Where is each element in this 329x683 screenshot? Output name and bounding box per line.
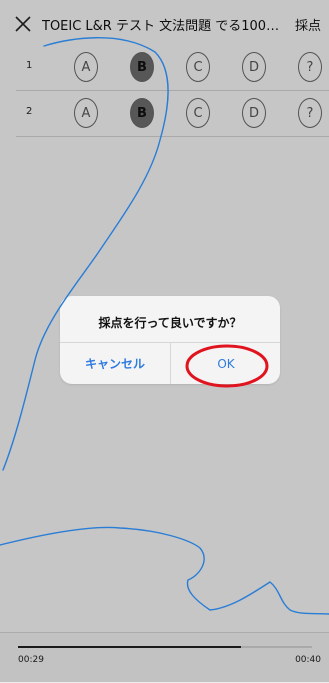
ok-button[interactable]: OK: [171, 343, 280, 384]
cancel-button[interactable]: キャンセル: [60, 343, 170, 384]
confirm-dialog: 採点を行って良いですか？ キャンセル OK: [60, 296, 280, 384]
dialog-message: 採点を行って良いですか？: [98, 316, 242, 330]
